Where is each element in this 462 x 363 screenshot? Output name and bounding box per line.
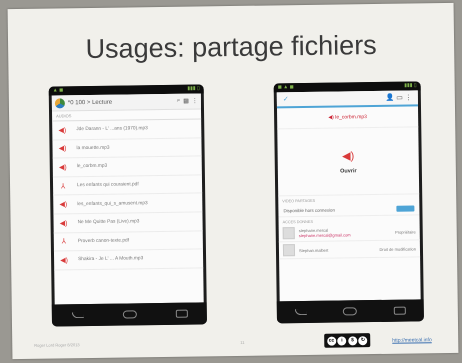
file-name: les_enfants_qui_s_amusent.mp3 <box>77 200 148 207</box>
audio-file-icon: ◀) <box>58 164 67 172</box>
list-item[interactable]: ◀) Shakira - Je L' ... A Mouth.mp3 <box>53 249 204 271</box>
audio-file-icon: ◀) <box>59 220 68 228</box>
drive-app-icon[interactable] <box>54 97 65 108</box>
file-name: la mouette.mp3 <box>76 145 110 152</box>
file-list: ◀) Jde Darann - L' ...ans (1970).mp3 ◀) la… <box>52 119 204 271</box>
slide-title: Usages: partage fichiers <box>85 29 377 65</box>
sa-icon: ↻ <box>358 335 368 345</box>
avatar <box>282 227 295 240</box>
phone-file-list: ▲ ◼ ▮▮▮ ▯ *0 100 > Lecture ⌕ ▦ ⋮ AUDIOS … <box>48 84 207 327</box>
breadcrumb[interactable]: *0 100 > Lecture <box>68 98 174 106</box>
file-name: Ne Me Quitte Pas (Live).mp3 <box>77 219 140 226</box>
status-icons-right: ▮▮▮ ▯ <box>187 85 200 92</box>
file-name: Jde Darann - L' ...ans (1970).mp3 <box>76 126 148 133</box>
audio-file-icon: ◀) <box>58 145 67 153</box>
list-item[interactable]: ◀) Jde Darann - L' ...ans (1970).mp3 <box>52 119 202 141</box>
list-item[interactable]: ◀) la mouette.mp3 <box>52 138 202 159</box>
file-name: le_corbm.mp3 <box>76 164 108 170</box>
person-role: Propriétaire <box>395 228 416 235</box>
shared-file-name: le_corbm.mp3 <box>335 114 367 121</box>
android-nav-bar <box>51 302 207 327</box>
file-preview: ◀) Ouvrir <box>277 127 420 197</box>
footer-link[interactable]: http://meetcal.info <box>392 337 432 344</box>
file-name: Les enfants qui couraient.pdf <box>77 182 139 189</box>
done-check-icon[interactable]: ✓ <box>283 95 289 103</box>
slide: Usages: partage fichiers ▲ ◼ ▮▮▮ ▯ *0 10… <box>7 2 459 360</box>
nc-icon: $ <box>347 335 358 345</box>
audio-file-icon: ◀) <box>60 257 69 265</box>
status-icons-left: ▲ ◼ <box>52 87 64 94</box>
back-icon[interactable] <box>71 312 84 319</box>
list-item[interactable]: ◀) les_enfants_qui_s_amusent.mp3 <box>53 193 203 215</box>
cc-icon: cc <box>326 336 337 346</box>
details-toolbar: ✓ 👤 ▭ ⋮ <box>276 90 418 109</box>
home-icon[interactable] <box>122 310 137 319</box>
audio-file-icon: ◀) <box>59 201 68 209</box>
home-icon[interactable] <box>343 307 358 316</box>
audio-file-icon: ◀) <box>342 149 355 162</box>
open-button[interactable]: Ouvrir <box>340 168 357 174</box>
android-nav-bar <box>276 299 424 324</box>
file-name: Proverb canon-texte.pdf <box>77 238 130 245</box>
file-details-screen: ✓ 👤 ▭ ⋮ ◀) le_corbm.mp3 ◀) Ouvrir VIDEO … <box>276 90 421 302</box>
person-role: Droit de modification <box>379 245 416 252</box>
back-icon[interactable] <box>294 308 308 316</box>
overflow-menu-icon[interactable]: ⋮ <box>192 97 198 104</box>
phone-file-details: ◼ ▲ ◼ ▮▮▮ ▯ ✓ 👤 ▭ ⋮ ◀) le_corbm.mp3 ◀) O… <box>273 81 424 324</box>
pdf-file-icon: ⅄ <box>60 182 66 190</box>
recent-apps-icon[interactable] <box>175 309 188 318</box>
list-item[interactable]: ⅄ Proverb canon-texte.pdf <box>53 230 203 252</box>
shared-file-header: ◀) le_corbm.mp3 <box>276 106 419 130</box>
person-name: Stephan.malbert <box>298 247 329 253</box>
status-icons-left: ◼ ▲ ◼ <box>277 84 294 91</box>
recent-apps-icon[interactable] <box>393 306 406 315</box>
offline-label: Disponible hors connexion <box>283 207 335 213</box>
overflow-menu-icon[interactable]: ⋮ <box>405 94 412 101</box>
avatar <box>282 244 296 257</box>
creative-commons-badge: cc i $ ↻ <box>324 333 371 348</box>
list-item[interactable]: ◀) le_corbm.mp3 <box>52 156 202 178</box>
file-list-screen: *0 100 > Lecture ⌕ ▦ ⋮ AUDIOS ◀) Jde Dara… <box>51 93 204 305</box>
person-info: stephane.mercal stephane.mercal@gmail.co… <box>299 227 391 238</box>
toolbar-actions: 👤 ▭ ⋮ <box>386 93 412 101</box>
pdf-file-icon: ⅄ <box>61 238 67 246</box>
grid-view-icon[interactable]: ▦ <box>183 98 189 105</box>
offline-toggle[interactable] <box>396 205 415 212</box>
list-item[interactable]: ◀) Ne Me Quitte Pas (Live).mp3 <box>53 212 203 234</box>
search-icon[interactable]: ⌕ <box>177 98 180 105</box>
by-icon: i <box>337 335 347 346</box>
list-item[interactable]: ⅄ Les enfants qui couraient.pdf <box>52 175 203 196</box>
footer-credit: Roger Lord Roger 8/2013 <box>34 342 80 348</box>
person-email: stephane.mercal@gmail.com <box>298 232 351 239</box>
page-number: 11 <box>240 339 245 345</box>
person-row[interactable]: stephane.mercal stephane.mercal@gmail.co… <box>278 223 420 243</box>
status-icons-right: ▮▮▮ ▯ <box>404 82 417 89</box>
folder-icon[interactable]: ▭ <box>396 95 403 102</box>
person-row[interactable]: Stephan.malbert Droit de modification <box>278 240 421 260</box>
file-name: Shakira - Je L' ... A Mouth.mp3 <box>78 256 144 263</box>
add-person-icon[interactable]: 👤 <box>386 95 395 102</box>
audio-file-icon: ◀) <box>58 127 67 135</box>
